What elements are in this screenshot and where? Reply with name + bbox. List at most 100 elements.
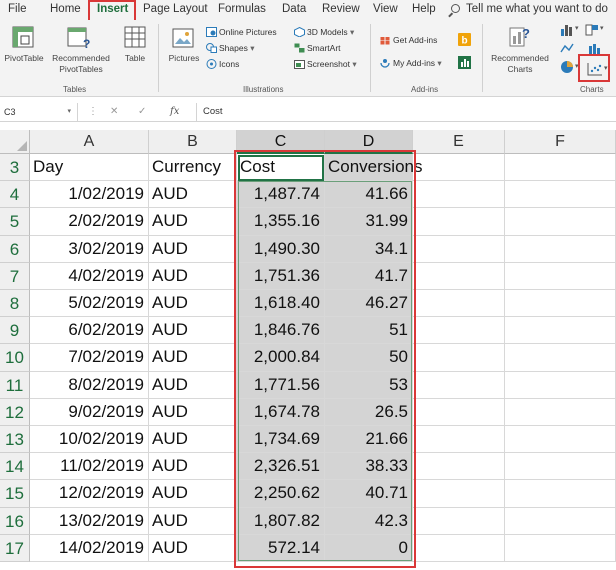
cell-currency[interactable]: AUD <box>149 290 237 318</box>
cell-cost[interactable]: 1,807.82 <box>237 507 325 535</box>
cell-day[interactable]: 2/02/2019 <box>30 208 149 236</box>
pivottable-label[interactable]: PivotTable <box>2 53 46 63</box>
cell-cost[interactable]: 1,751.36 <box>237 262 325 290</box>
cell-conversions[interactable]: 21.66 <box>325 426 413 454</box>
cell-conversions[interactable]: 41.7 <box>325 262 413 290</box>
empty-cell[interactable] <box>413 208 505 236</box>
recommended-pivottables-label-1[interactable]: Recommended <box>50 53 112 63</box>
row-header[interactable]: 6 <box>0 235 30 263</box>
cell-currency[interactable]: AUD <box>149 426 237 454</box>
row-header[interactable]: 10 <box>0 344 30 372</box>
line-chart-icon[interactable] <box>560 42 574 54</box>
recommended-charts-icon[interactable]: ? <box>508 24 532 50</box>
cell-conversions[interactable]: 51 <box>325 317 413 345</box>
select-all-corner[interactable] <box>0 130 30 154</box>
cell-currency[interactable]: AUD <box>149 181 237 209</box>
header-cell-day[interactable]: Day <box>30 154 149 182</box>
recommended-pivottables-icon[interactable]: ? <box>66 26 92 50</box>
cell-day[interactable]: 10/02/2019 <box>30 426 149 454</box>
cell-currency[interactable]: AUD <box>149 507 237 535</box>
row-header[interactable]: 7 <box>0 262 30 290</box>
recommended-pivottables-label-2[interactable]: PivotTables <box>50 64 112 74</box>
pivottable-icon[interactable] <box>12 26 34 48</box>
cell-day[interactable]: 12/02/2019 <box>30 480 149 508</box>
empty-cell[interactable] <box>505 426 616 454</box>
tab-view[interactable]: View <box>373 0 398 20</box>
row-header[interactable]: 16 <box>0 507 30 535</box>
cell-currency[interactable]: AUD <box>149 208 237 236</box>
empty-cell[interactable] <box>505 344 616 372</box>
cell-currency[interactable]: AUD <box>149 235 237 263</box>
empty-cell[interactable] <box>505 398 616 426</box>
empty-cell[interactable] <box>413 154 505 182</box>
cell-cost[interactable]: 1,618.40 <box>237 290 325 318</box>
cell-day[interactable]: 9/02/2019 <box>30 398 149 426</box>
column-header-c[interactable]: C <box>237 130 325 154</box>
recommended-charts-label-2[interactable]: Charts <box>488 64 552 74</box>
cell-conversions[interactable]: 38.33 <box>325 453 413 481</box>
enter-icon[interactable]: ✓ <box>138 103 146 121</box>
hierarchy-chart-icon[interactable] <box>585 24 599 36</box>
cell-day[interactable]: 13/02/2019 <box>30 507 149 535</box>
pie-chart-icon[interactable] <box>560 60 574 74</box>
table-icon[interactable] <box>124 26 146 48</box>
tab-file[interactable]: File <box>8 0 27 20</box>
empty-cell[interactable] <box>413 317 505 345</box>
cell-currency[interactable]: AUD <box>149 534 237 562</box>
tab-home[interactable]: Home <box>50 0 81 20</box>
cell-cost[interactable]: 1,771.56 <box>237 371 325 399</box>
cell-conversions[interactable]: 41.66 <box>325 181 413 209</box>
cell-currency[interactable]: AUD <box>149 371 237 399</box>
cell-cost[interactable]: 1,355.16 <box>237 208 325 236</box>
row-header[interactable]: 3 <box>0 154 30 182</box>
empty-cell[interactable] <box>505 507 616 535</box>
cell-currency[interactable]: AUD <box>149 480 237 508</box>
insert-function-icon[interactable]: fx <box>170 103 179 121</box>
tell-me-search[interactable]: Tell me what you want to do <box>451 0 608 20</box>
empty-cell[interactable] <box>413 426 505 454</box>
cell-cost[interactable]: 1,734.69 <box>237 426 325 454</box>
chevron-down-icon[interactable]: ▾ <box>67 103 71 121</box>
empty-cell[interactable] <box>413 181 505 209</box>
cell-conversions[interactable]: 40.71 <box>325 480 413 508</box>
row-header[interactable]: 12 <box>0 398 30 426</box>
empty-cell[interactable] <box>413 398 505 426</box>
cell-conversions[interactable]: 46.27 <box>325 290 413 318</box>
cell-cost[interactable]: 1,490.30 <box>237 235 325 263</box>
get-addins-button[interactable]: Get Add-ins <box>380 34 437 46</box>
column-chart-icon[interactable] <box>560 24 574 36</box>
empty-cell[interactable] <box>505 371 616 399</box>
cell-currency[interactable]: AUD <box>149 317 237 345</box>
cell-cost[interactable]: 1,846.76 <box>237 317 325 345</box>
tab-formulas[interactable]: Formulas <box>218 0 266 20</box>
formula-input[interactable]: Cost <box>196 103 223 121</box>
column-header-a[interactable]: A <box>30 130 149 154</box>
statistic-chart-icon[interactable] <box>588 42 602 54</box>
cell-cost[interactable]: 1,487.74 <box>237 181 325 209</box>
empty-cell[interactable] <box>413 534 505 562</box>
empty-cell[interactable] <box>505 453 616 481</box>
empty-cell[interactable] <box>413 453 505 481</box>
empty-cell[interactable] <box>505 262 616 290</box>
smartart-button[interactable]: SmartArt <box>294 42 341 54</box>
tab-page-layout[interactable]: Page Layout <box>143 0 208 20</box>
header-cell-currency[interactable]: Currency <box>149 154 237 182</box>
cell-day[interactable]: 14/02/2019 <box>30 534 149 562</box>
row-header[interactable]: 13 <box>0 426 30 454</box>
cell-conversions[interactable]: 26.5 <box>325 398 413 426</box>
3d-models-button[interactable]: 3D Models ▾ <box>294 26 354 38</box>
screenshot-button[interactable]: Screenshot ▾ <box>294 58 357 70</box>
cell-currency[interactable]: AUD <box>149 262 237 290</box>
empty-cell[interactable] <box>413 290 505 318</box>
tab-data[interactable]: Data <box>282 0 306 20</box>
empty-cell[interactable] <box>505 534 616 562</box>
formula-bar-options-icon[interactable]: ⋮ <box>88 103 98 121</box>
row-header[interactable]: 5 <box>0 208 30 236</box>
cell-conversions[interactable]: 42.3 <box>325 507 413 535</box>
cell-cost[interactable]: 2,000.84 <box>237 344 325 372</box>
cell-day[interactable]: 1/02/2019 <box>30 181 149 209</box>
empty-cell[interactable] <box>413 235 505 263</box>
tab-review[interactable]: Review <box>322 0 360 20</box>
cell-day[interactable]: 8/02/2019 <box>30 371 149 399</box>
empty-cell[interactable] <box>413 344 505 372</box>
